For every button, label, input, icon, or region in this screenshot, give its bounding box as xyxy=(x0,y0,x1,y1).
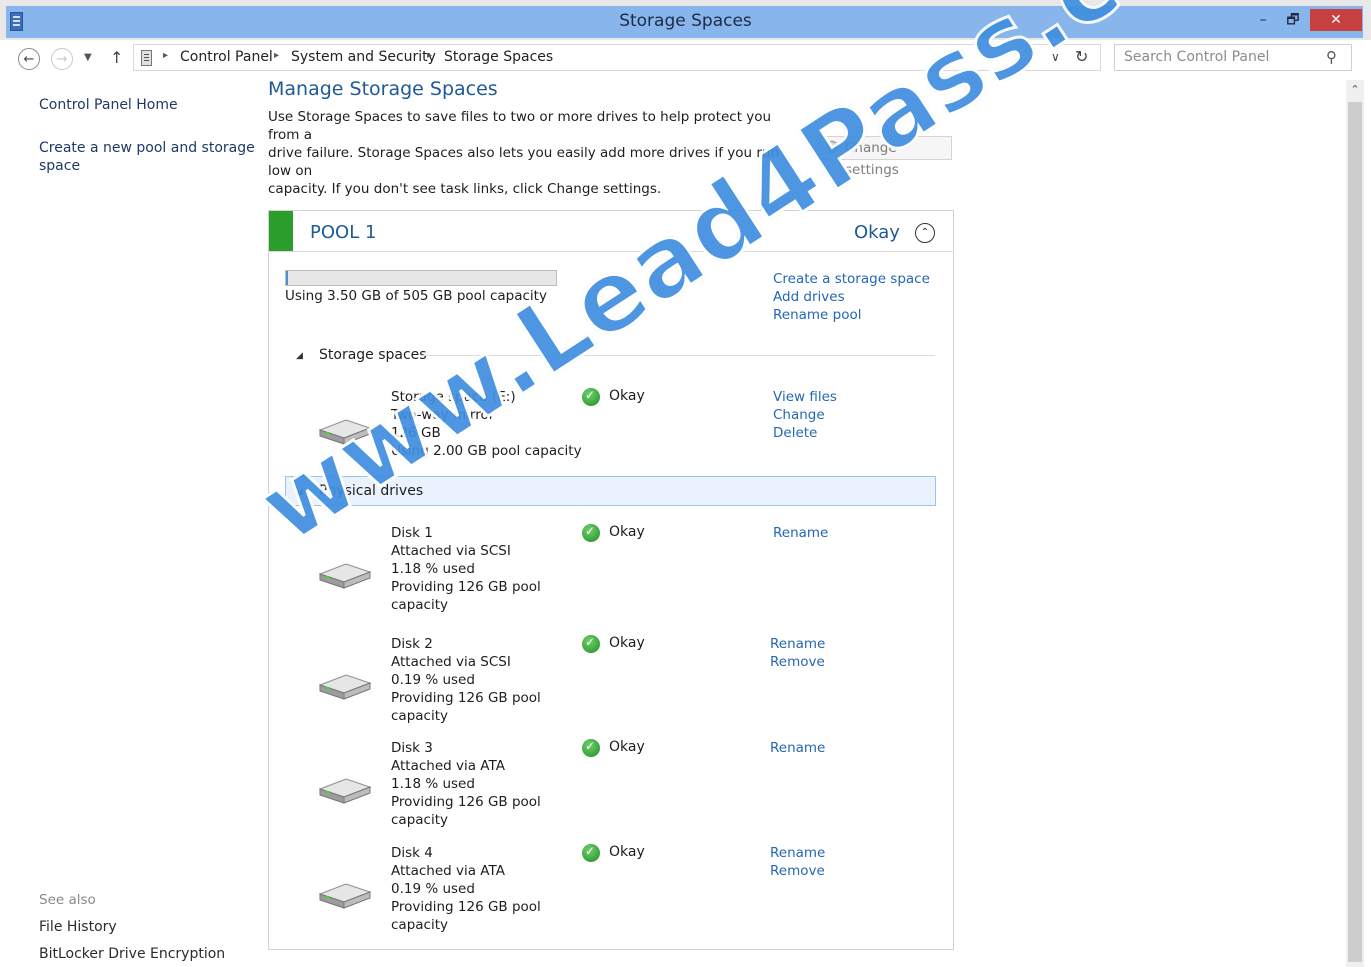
ok-check-icon xyxy=(582,388,600,406)
breadcrumb-chevron-icon[interactable]: ▸ xyxy=(427,50,432,61)
recent-locations-chevron-icon[interactable]: ▼ xyxy=(84,52,98,66)
remove-disk-link[interactable]: Remove xyxy=(770,654,825,670)
disk-usage: 1.18 % used xyxy=(391,561,475,577)
pool-capacity-fill xyxy=(286,271,288,285)
disk-drive-icon xyxy=(318,883,372,909)
disk-name: Disk 1 xyxy=(391,525,433,541)
disk-drive-icon xyxy=(318,563,372,589)
storage-space-status: Okay xyxy=(609,388,645,404)
up-arrow-icon[interactable]: ↑ xyxy=(110,48,128,67)
disk-status: Okay xyxy=(609,739,645,755)
breadcrumb-chevron-icon[interactable]: ▸ xyxy=(274,50,279,61)
rename-disk-link[interactable]: Rename xyxy=(770,740,825,756)
change-link[interactable]: Change xyxy=(773,407,825,423)
collapse-chevron-icon[interactable]: ⌃ xyxy=(915,223,935,243)
maximize-button[interactable]: 🗗 xyxy=(1280,9,1306,31)
disk-details: Disk 4 Attached via ATA 0.19 % used Prov… xyxy=(391,844,541,934)
disk-name: Disk 4 xyxy=(391,845,433,861)
forward-arrow-icon[interactable]: → xyxy=(51,48,73,70)
ok-check-icon xyxy=(582,635,600,653)
rename-pool-link[interactable]: Rename pool xyxy=(773,307,862,323)
breadcrumb-control-panel[interactable]: Control Panel xyxy=(180,49,273,65)
rename-disk-link[interactable]: Rename xyxy=(770,845,825,861)
disk-details: Disk 3 Attached via ATA 1.18 % used Prov… xyxy=(391,739,541,829)
disk-provided-cont: capacity xyxy=(391,708,448,724)
sidebar-link-create-pool[interactable]: Create a new pool and storage xyxy=(39,140,255,156)
back-arrow-icon[interactable]: ← xyxy=(18,48,40,70)
disk-name: Disk 2 xyxy=(391,636,433,652)
disk-provided: Providing 126 GB pool xyxy=(391,579,541,595)
disk-drive-icon xyxy=(318,674,372,700)
disk-connection: Attached via ATA xyxy=(391,758,505,774)
breadcrumb-storage-spaces[interactable]: Storage Spaces xyxy=(444,49,553,65)
breadcrumb-system-and-security[interactable]: System and Security xyxy=(291,49,436,65)
minimize-button[interactable]: – xyxy=(1250,9,1276,31)
rename-disk-link[interactable]: Rename xyxy=(773,525,828,541)
page-title: Manage Storage Spaces xyxy=(268,78,498,100)
remove-disk-link[interactable]: Remove xyxy=(770,863,825,879)
search-icon[interactable]: ⚲ xyxy=(1326,48,1337,66)
disk-details: Disk 1 Attached via SCSI 1.18 % used Pro… xyxy=(391,524,541,614)
disk-provided-cont: capacity xyxy=(391,812,448,828)
pool-status: Okay xyxy=(854,222,900,243)
disk-connection: Attached via SCSI xyxy=(391,654,511,670)
sidebar-link-create-pool-cont[interactable]: space xyxy=(39,158,80,174)
ok-check-icon xyxy=(582,524,600,542)
title-bar: Storage Spaces – 🗗 ✕ xyxy=(0,0,1371,40)
scroll-up-chevron-icon[interactable]: ⌃ xyxy=(1346,80,1364,100)
breadcrumb-chevron-icon[interactable]: ▸ xyxy=(163,50,168,61)
create-storage-space-link[interactable]: Create a storage space xyxy=(773,271,930,287)
disk-status: Okay xyxy=(609,844,645,860)
ok-check-icon xyxy=(582,844,600,862)
window-title: Storage Spaces xyxy=(619,11,752,31)
see-also-label: See also xyxy=(39,892,96,908)
pool-capacity-bar xyxy=(285,270,557,286)
add-drives-link[interactable]: Add drives xyxy=(773,289,845,305)
ok-check-icon xyxy=(582,739,600,757)
disk-provided: Providing 126 GB pool xyxy=(391,690,541,706)
disk-usage: 0.19 % used xyxy=(391,881,475,897)
sidebar-link-control-panel-home[interactable]: Control Panel Home xyxy=(39,97,178,113)
disk-status: Okay xyxy=(609,635,645,651)
disk-provided-cont: capacity xyxy=(391,597,448,613)
disk-details: Disk 2 Attached via SCSI 0.19 % used Pro… xyxy=(391,635,541,725)
view-files-link[interactable]: View files xyxy=(773,389,837,405)
see-also-bitlocker[interactable]: BitLocker Drive Encryption xyxy=(39,946,225,962)
pool-status-bar xyxy=(269,211,293,251)
disk-usage: 0.19 % used xyxy=(391,672,475,688)
disk-name: Disk 3 xyxy=(391,740,433,756)
rename-disk-link[interactable]: Rename xyxy=(770,636,825,652)
disk-provided-cont: capacity xyxy=(391,917,448,933)
pool-name: POOL 1 xyxy=(310,222,377,243)
scrollbar-thumb[interactable] xyxy=(1348,102,1362,962)
description-line: Use Storage Spaces to save files to two … xyxy=(268,109,772,143)
expand-triangle-icon[interactable]: ◢ xyxy=(296,351,303,361)
disk-connection: Attached via SCSI xyxy=(391,543,511,559)
search-placeholder[interactable]: Search Control Panel xyxy=(1124,49,1269,65)
disk-connection: Attached via ATA xyxy=(391,863,505,879)
disk-provided: Providing 126 GB pool xyxy=(391,794,541,810)
see-also-file-history[interactable]: File History xyxy=(39,919,117,935)
control-panel-icon xyxy=(141,50,152,66)
disk-status: Okay xyxy=(609,524,645,540)
close-button[interactable]: ✕ xyxy=(1310,9,1362,31)
delete-link[interactable]: Delete xyxy=(773,425,817,441)
disk-usage: 1.18 % used xyxy=(391,776,475,792)
disk-provided: Providing 126 GB pool xyxy=(391,899,541,915)
disk-drive-icon xyxy=(318,778,372,804)
